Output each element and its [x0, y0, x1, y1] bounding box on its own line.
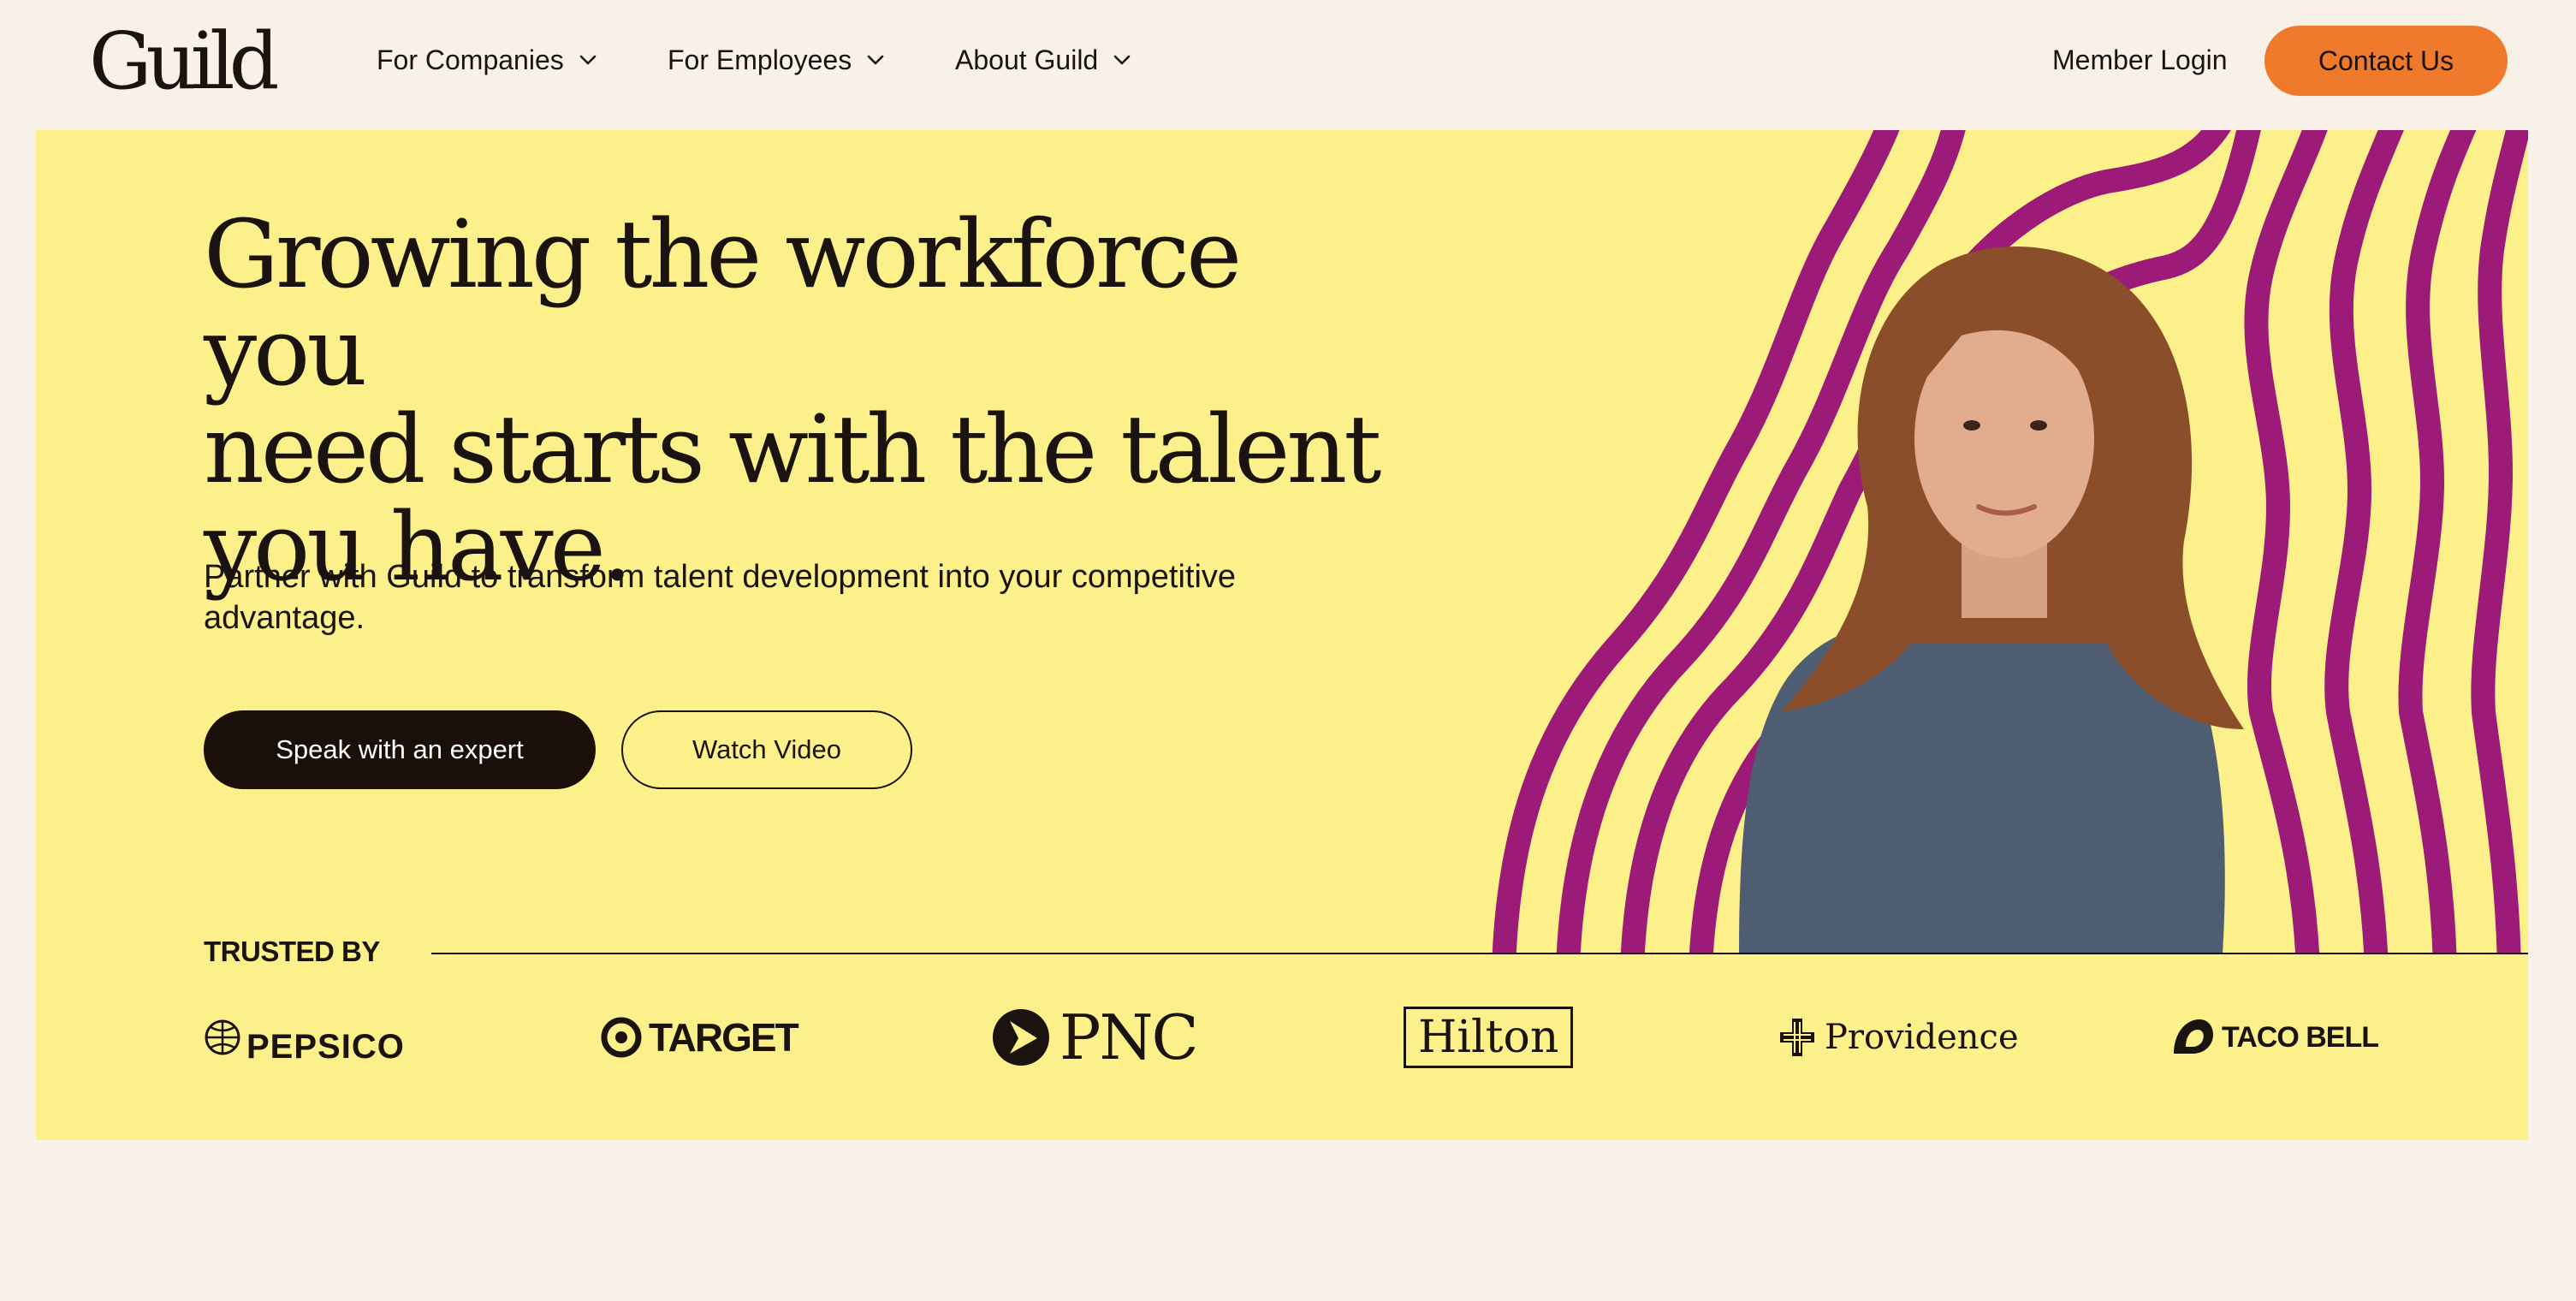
trusted-by-divider: [431, 953, 2528, 954]
trusted-by-label: TRUSTED BY: [204, 936, 380, 967]
speak-with-expert-button[interactable]: Speak with an expert: [204, 710, 596, 789]
target-logo: TARGET: [601, 995, 799, 1080]
taco-bell-bell-icon: [2174, 1019, 2213, 1054]
providence-wordmark: Providence: [1825, 1018, 2019, 1057]
nav-for-companies-label: For Companies: [377, 44, 564, 75]
headline-line-2: need starts with the talent: [204, 395, 1381, 504]
chevron-down-icon: [1113, 55, 1131, 65]
nav-about-guild[interactable]: About Guild: [955, 39, 1131, 80]
pnc-triangle-icon: [993, 1009, 1049, 1066]
taco-bell-logo: TACO BELL: [2170, 995, 2379, 1080]
chevron-down-icon: [579, 55, 597, 65]
providence-logo: Providence: [1778, 995, 2019, 1080]
top-navigation: Guild For Companies For Employees About …: [0, 0, 2576, 128]
pepsico-wordmark: PEPSICO: [246, 1027, 405, 1066]
hero-headline: Growing the workforce you need starts wi…: [204, 205, 1402, 596]
pnc-logo: PNC: [991, 995, 1199, 1080]
nav-for-employees[interactable]: For Employees: [668, 39, 884, 80]
chevron-down-icon: [867, 55, 884, 65]
nav-for-employees-label: For Employees: [668, 44, 852, 75]
taco-bell-wordmark: TACO BELL: [2222, 1020, 2379, 1054]
pepsico-globe-icon: [205, 1019, 240, 1055]
hero-section: Growing the workforce you need starts wi…: [36, 130, 2528, 1140]
hero-subtext: Partner with Guild to transform talent d…: [204, 559, 1237, 636]
providence-cross-icon: [1780, 1019, 1814, 1056]
pepsico-logo: PEPSICO: [204, 995, 405, 1080]
woman-portrait: [1739, 247, 2244, 953]
hilton-wordmark: Hilton: [1404, 1007, 1574, 1068]
headline-line-1: Growing the workforce you: [204, 199, 1242, 407]
member-login-link[interactable]: Member Login: [2052, 39, 2228, 80]
contact-us-button[interactable]: Contact Us: [2264, 26, 2508, 96]
watch-video-button[interactable]: Watch Video: [621, 710, 912, 789]
target-bullseye-icon: [601, 1017, 642, 1058]
pnc-wordmark: PNC: [1059, 1001, 1199, 1073]
nav-about-guild-label: About Guild: [955, 44, 1099, 75]
target-wordmark: TARGET: [649, 1015, 799, 1060]
hilton-logo: Hilton: [1404, 995, 1574, 1080]
guild-logo[interactable]: Guild: [89, 19, 280, 104]
nav-for-companies[interactable]: For Companies: [377, 39, 597, 80]
